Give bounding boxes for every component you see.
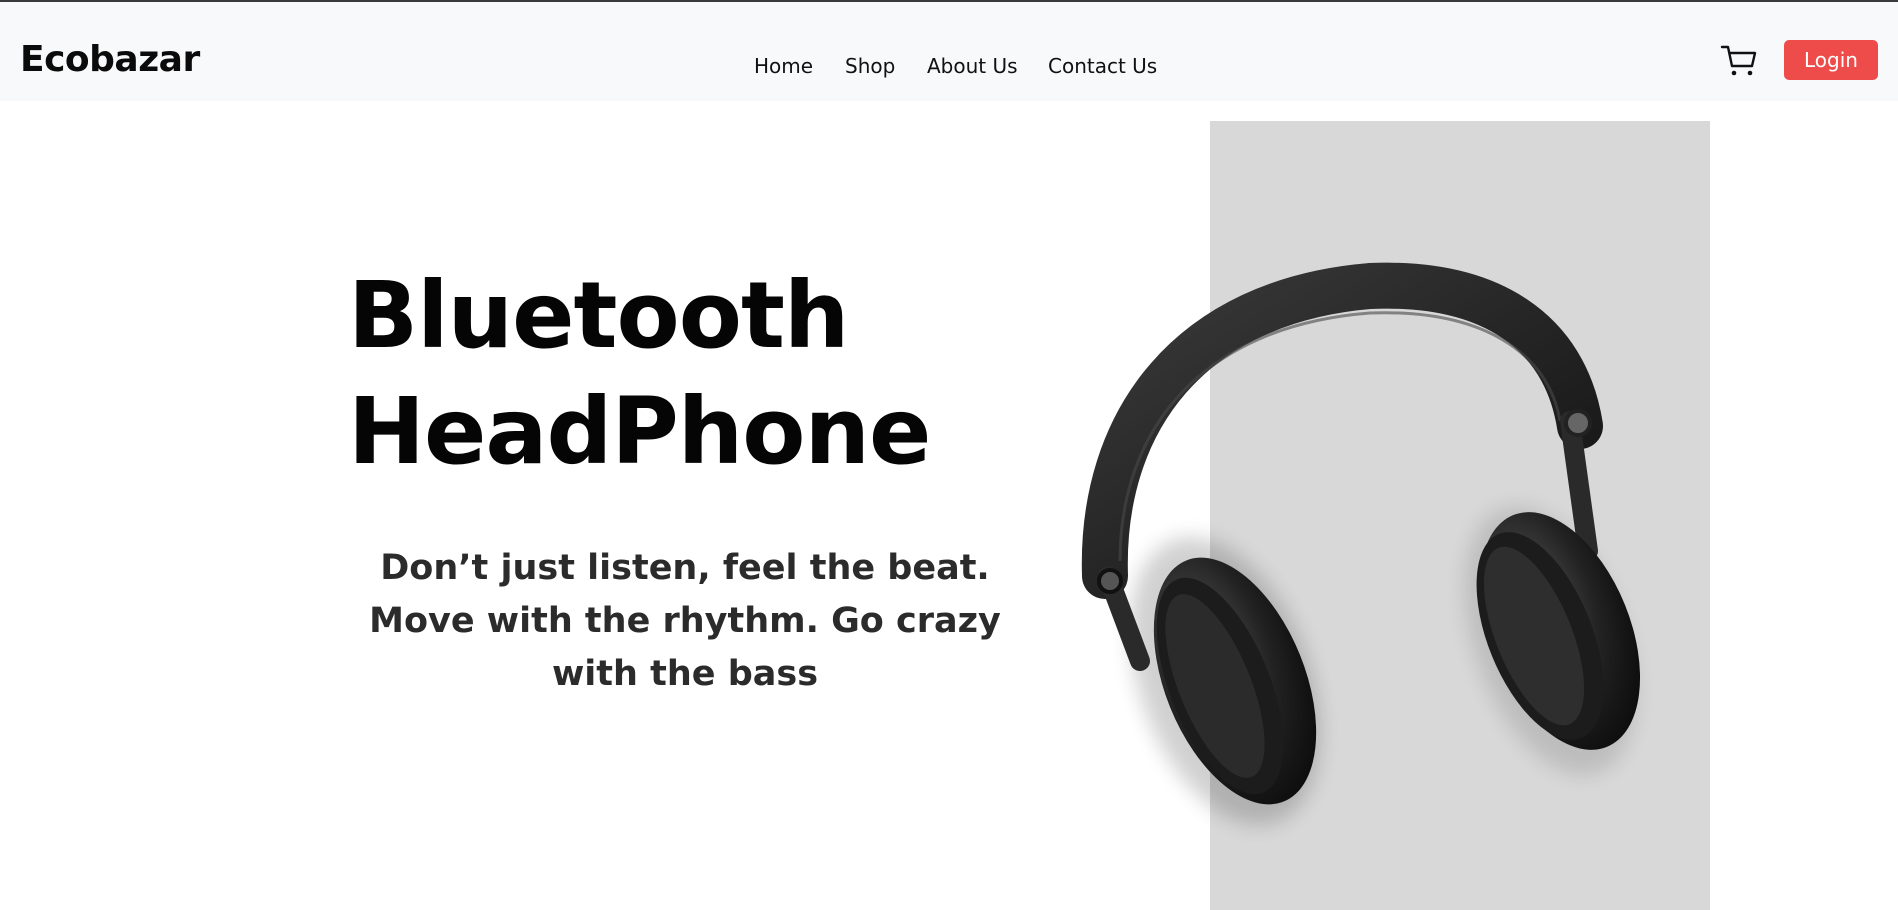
nav-link-shop[interactable]: Shop <box>845 52 895 80</box>
headphones-product-image <box>1060 121 1710 910</box>
nav-link-about[interactable]: About Us <box>927 52 1018 80</box>
headphones-icon <box>1081 262 1641 825</box>
navbar: Ecobazar Home Shop About Us Contact Us L… <box>0 2 1898 101</box>
hero-title: Bluetooth HeadPhone <box>348 258 968 490</box>
nav-link-home[interactable]: Home <box>754 52 813 80</box>
hero-subtitle: Don’t just listen, feel the beat. Move w… <box>369 548 1001 694</box>
hero-title-line-2: HeadPhone <box>348 378 931 485</box>
login-button[interactable]: Login <box>1784 40 1878 80</box>
hero-title-line-1: Bluetooth <box>348 262 849 369</box>
shopping-cart-icon[interactable] <box>1720 42 1758 78</box>
nav-link-contact[interactable]: Contact Us <box>1048 52 1157 80</box>
main-nav: Home Shop About Us Contact Us <box>0 52 1898 82</box>
